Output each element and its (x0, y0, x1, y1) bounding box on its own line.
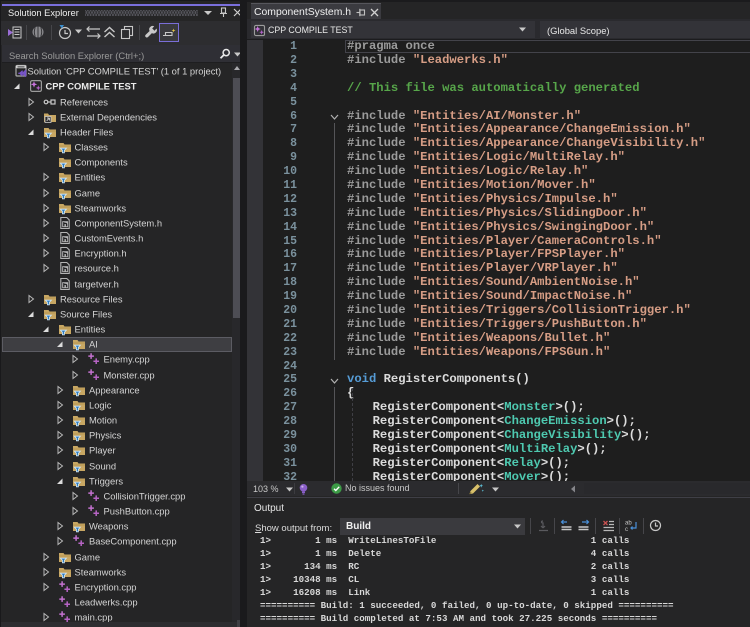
svg-text:c: c (625, 527, 628, 533)
svg-text:ab: ab (625, 521, 632, 527)
